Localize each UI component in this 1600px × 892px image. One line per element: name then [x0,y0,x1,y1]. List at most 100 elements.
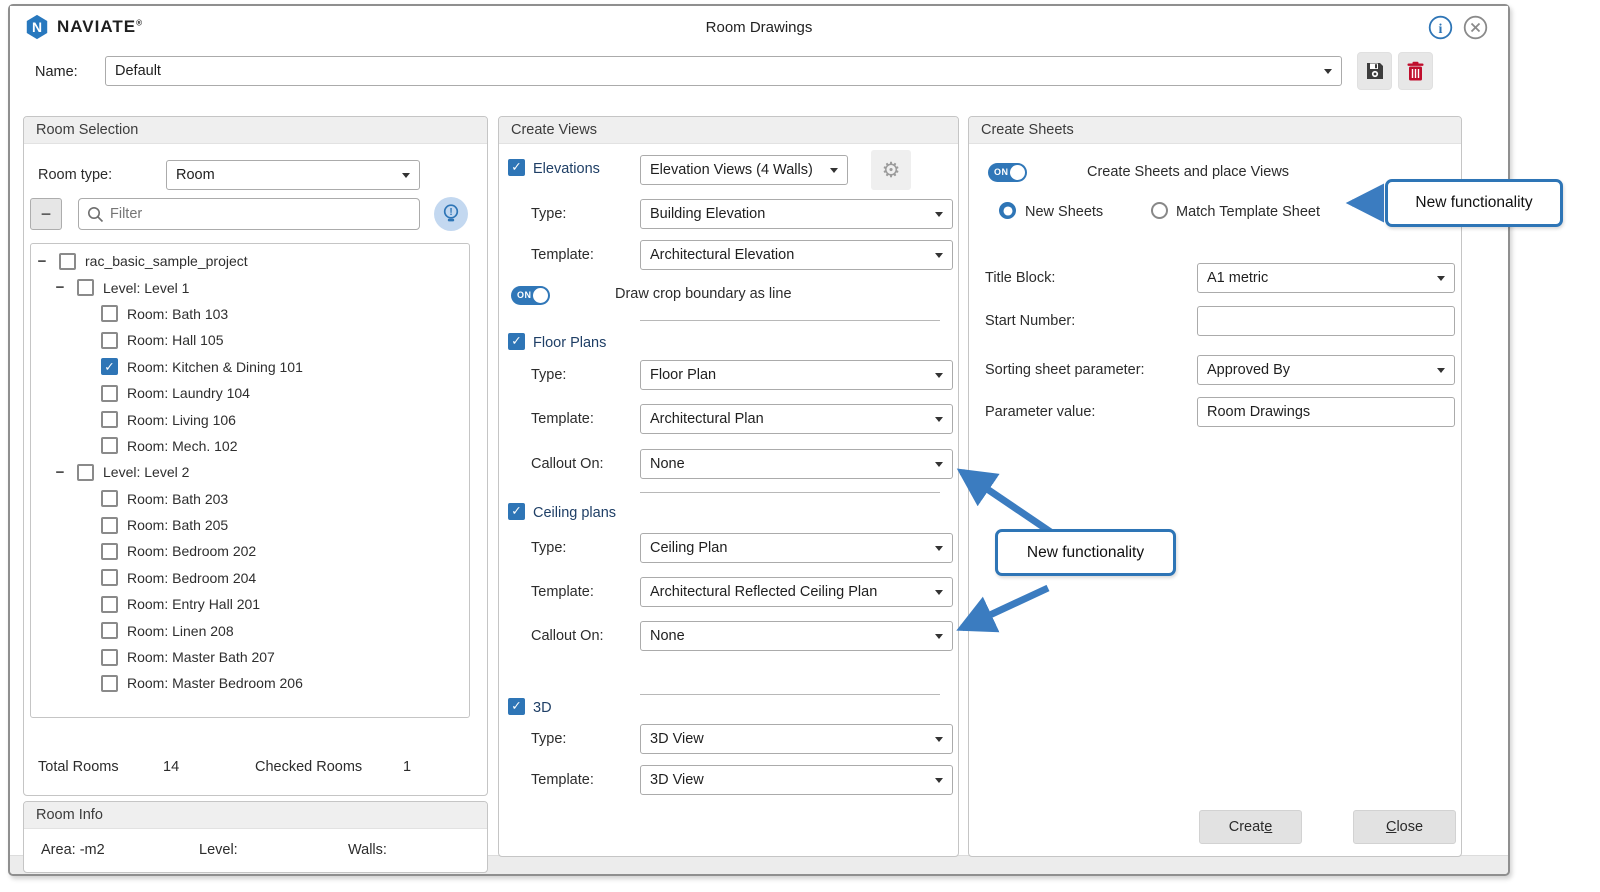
save-button[interactable] [1357,52,1392,90]
parameter-value-input[interactable] [1197,397,1455,427]
section-divider [640,492,940,493]
ceiling-plans-checkbox[interactable]: ✓ [508,503,525,520]
create-sheets-toggle[interactable]: ON [988,163,1027,182]
svg-text:!: ! [449,207,452,218]
room-info-title: Room Info [24,802,487,829]
total-rooms-value: 14 [163,759,179,775]
annotation-new-functionality-top: New functionality [1385,179,1563,227]
toggle-on-label: ON [994,167,1009,177]
collapse-toggle-icon[interactable]: − [53,279,67,296]
start-number-label: Start Number: [985,313,1075,329]
tree-item[interactable]: Room: Bedroom 204 [31,565,469,591]
tree-checkbox[interactable] [101,411,118,428]
chevron-down-icon [935,212,943,217]
floor-plans-label: Floor Plans [533,335,606,351]
start-number-input[interactable] [1197,306,1455,336]
tree-item[interactable]: Room: Hall 105 [31,327,469,353]
ceiling-template-select[interactable]: Architectural Reflected Ceiling Plan [640,577,953,607]
tree-checkbox[interactable] [101,543,118,560]
tree-item[interactable]: −Level: Level 1 [31,274,469,300]
tree-checkbox[interactable] [101,437,118,454]
ceiling-type-select[interactable]: Ceiling Plan [640,533,953,563]
tree-item[interactable]: Room: Bath 103 [31,301,469,327]
close-button[interactable]: Close [1353,810,1456,844]
tree-item[interactable]: − Level: Level 2 [31,459,469,485]
create-views-title: Create Views [499,117,958,144]
tree-item[interactable]: Room: Laundry 104 [31,380,469,406]
tree-item[interactable]: Room: Entry Hall 201 [31,591,469,617]
name-combobox[interactable]: Default [105,56,1342,86]
room-type-select[interactable]: Room [166,160,420,190]
filter-input[interactable] [110,206,411,222]
chevron-down-icon [935,417,943,422]
tree-checkbox[interactable] [101,596,118,613]
floor-type-label: Type: [531,367,566,383]
elevation-settings-button[interactable]: ⚙ [871,150,911,190]
tree-item[interactable]: ✓Room: Kitchen & Dining 101 [31,354,469,380]
level-field: Level: [199,842,238,858]
collapse-toggle-icon[interactable]: − [53,464,67,481]
sorting-parameter-select[interactable]: Approved By [1197,355,1455,385]
totals-row: Total Rooms 14 Checked Rooms 1 [24,759,487,781]
tree-checkbox[interactable] [101,305,118,322]
title-block-select[interactable]: A1 metric [1197,263,1455,293]
tree-checkbox[interactable] [59,253,76,270]
three-d-type-select[interactable]: 3D View [640,724,953,754]
tree-checkbox[interactable]: ✓ [101,358,118,375]
three-d-template-select[interactable]: 3D View [640,765,953,795]
tree-item-label: Room: Mech. 102 [127,438,238,454]
floor-type-select[interactable]: Floor Plan [640,360,953,390]
tree-checkbox[interactable] [101,385,118,402]
chevron-down-icon [935,778,943,783]
tree-checkbox[interactable] [101,332,118,349]
new-sheets-radio[interactable] [999,202,1016,219]
chevron-down-icon [1437,276,1445,281]
tree-item[interactable]: Room: Linen 208 [31,617,469,643]
info-icon[interactable]: i [1428,15,1453,40]
tree-item[interactable]: Room: Mech. 102 [31,433,469,459]
tree-item-label: Level: Level 2 [103,464,189,480]
hint-button[interactable]: ! [434,197,468,231]
tree-item[interactable]: Room: Bath 203 [31,486,469,512]
tree-item[interactable]: Room: Bath 205 [31,512,469,538]
tree-checkbox[interactable] [101,675,118,692]
tree-item-label: Room: Bedroom 204 [127,570,256,586]
parameter-value-label: Parameter value: [985,404,1095,420]
elevation-mode-select[interactable]: Elevation Views (4 Walls) [640,155,848,185]
collapse-toggle-icon[interactable]: − [35,253,49,270]
tree-item[interactable]: −rac_basic_sample_project [31,248,469,274]
elevations-checkbox[interactable]: ✓ [508,159,525,176]
create-button[interactable]: Create [1199,810,1302,844]
chevron-down-icon [935,590,943,595]
delete-button[interactable] [1398,52,1433,90]
ceiling-callout-select[interactable]: None [640,621,953,651]
tree-checkbox[interactable] [101,649,118,666]
room-type-label: Room type: [38,167,112,183]
tree-item-label: Room: Linen 208 [127,623,234,639]
floor-template-select[interactable]: Architectural Plan [640,404,953,434]
tree-item[interactable]: Room: Master Bath 207 [31,644,469,670]
crop-boundary-toggle[interactable]: ON [511,286,550,305]
tree-checkbox[interactable] [77,464,94,481]
three-d-checkbox[interactable]: ✓ [508,698,525,715]
collapse-all-button[interactable]: − [30,198,62,230]
tree-item[interactable]: Room: Living 106 [31,406,469,432]
elevation-type-select[interactable]: Building Elevation [640,199,953,229]
window-title: Room Drawings [10,19,1508,36]
tree-checkbox[interactable] [101,490,118,507]
tree-checkbox[interactable] [77,279,94,296]
room-type-value: Room [176,167,215,183]
elevation-template-select[interactable]: Architectural Elevation [640,240,953,270]
tree-item[interactable]: Room: Master Bedroom 206 [31,670,469,696]
room-tree[interactable]: −rac_basic_sample_project−Level: Level 1… [30,243,470,718]
floor-plans-checkbox[interactable]: ✓ [508,333,525,350]
tree-checkbox[interactable] [101,517,118,534]
floor-callout-select[interactable]: None [640,449,953,479]
tree-item-label: Room: Bath 103 [127,306,228,322]
close-icon[interactable] [1463,15,1488,40]
match-template-sheet-radio[interactable] [1151,202,1168,219]
tree-checkbox[interactable] [101,622,118,639]
tree-checkbox[interactable] [101,569,118,586]
filter-field[interactable] [78,198,420,230]
tree-item[interactable]: Room: Bedroom 202 [31,538,469,564]
